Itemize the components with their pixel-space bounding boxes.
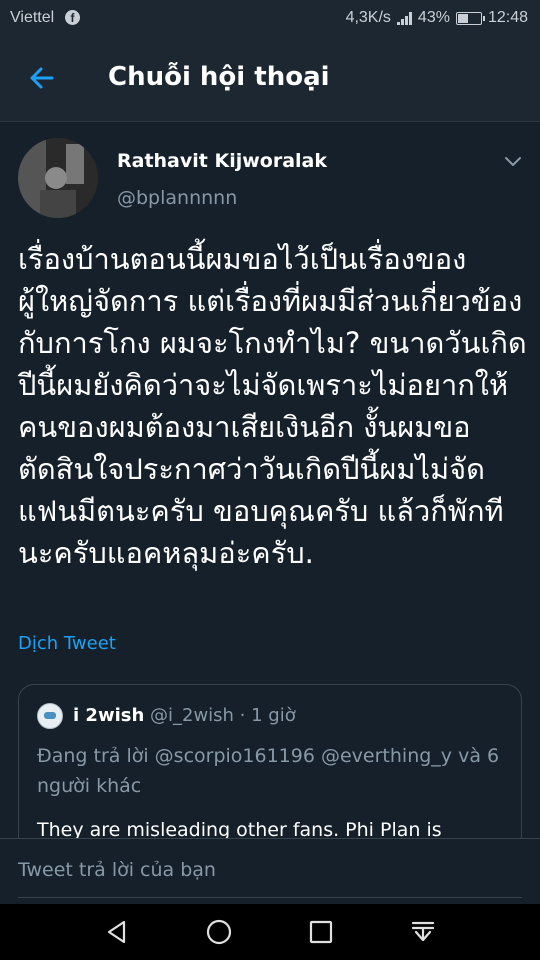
author-avatar[interactable] <box>18 138 98 218</box>
carrier-label: Viettel <box>10 9 55 26</box>
quoted-reply-info: Đang trả lời @scorpio161196 @everthing_y… <box>37 745 500 797</box>
reply-composer: Tweet trả lời của bạn <box>0 838 540 904</box>
signal-icon <box>396 11 412 25</box>
translate-tweet-link[interactable]: Dịch Tweet <box>18 633 116 654</box>
author-name[interactable]: Rathavit Kijworalak <box>117 150 327 172</box>
pull-down-icon[interactable] <box>409 918 437 946</box>
battery-percent: 43% <box>417 9 450 26</box>
quoted-author-name: i 2wish <box>73 705 145 726</box>
app-header: Chuỗi hội thoại <box>0 36 540 122</box>
triangle-back-icon[interactable] <box>103 918 131 946</box>
page-title: Chuỗi hội thoại <box>108 62 330 92</box>
quoted-author-avatar <box>37 703 63 729</box>
quoted-author-handle-time: @i_2wish · 1 giờ <box>150 705 296 726</box>
network-speed: 4,3K/s <box>345 9 391 26</box>
square-recents-icon[interactable] <box>307 918 335 946</box>
facebook-notification-icon: f <box>65 10 80 25</box>
author-handle[interactable]: @bplannnnn <box>117 187 237 209</box>
circle-home-icon[interactable] <box>205 918 233 946</box>
tweet-text: เรื่องบ้านตอนนี้ผมขอไว้เป็นเรื่องของผู้ใ… <box>18 242 527 570</box>
battery-icon <box>455 11 485 25</box>
arrow-left-icon[interactable] <box>24 60 60 96</box>
system-nav-bar <box>0 904 540 960</box>
reply-input[interactable]: Tweet trả lời của bạn <box>18 859 216 881</box>
reply-input-underline <box>18 897 522 898</box>
status-indicators: 4,3K/s 43% 12:48 <box>346 9 528 27</box>
status-bar: Viettel f 4,3K/s 43% 12:48 <box>0 0 540 36</box>
clock: 12:48 <box>487 9 528 26</box>
chevron-down-icon[interactable] <box>502 150 524 172</box>
quoted-tweet-card[interactable]: i 2wish @i_2wish · 1 giờ Đang trả lời @s… <box>18 684 522 854</box>
